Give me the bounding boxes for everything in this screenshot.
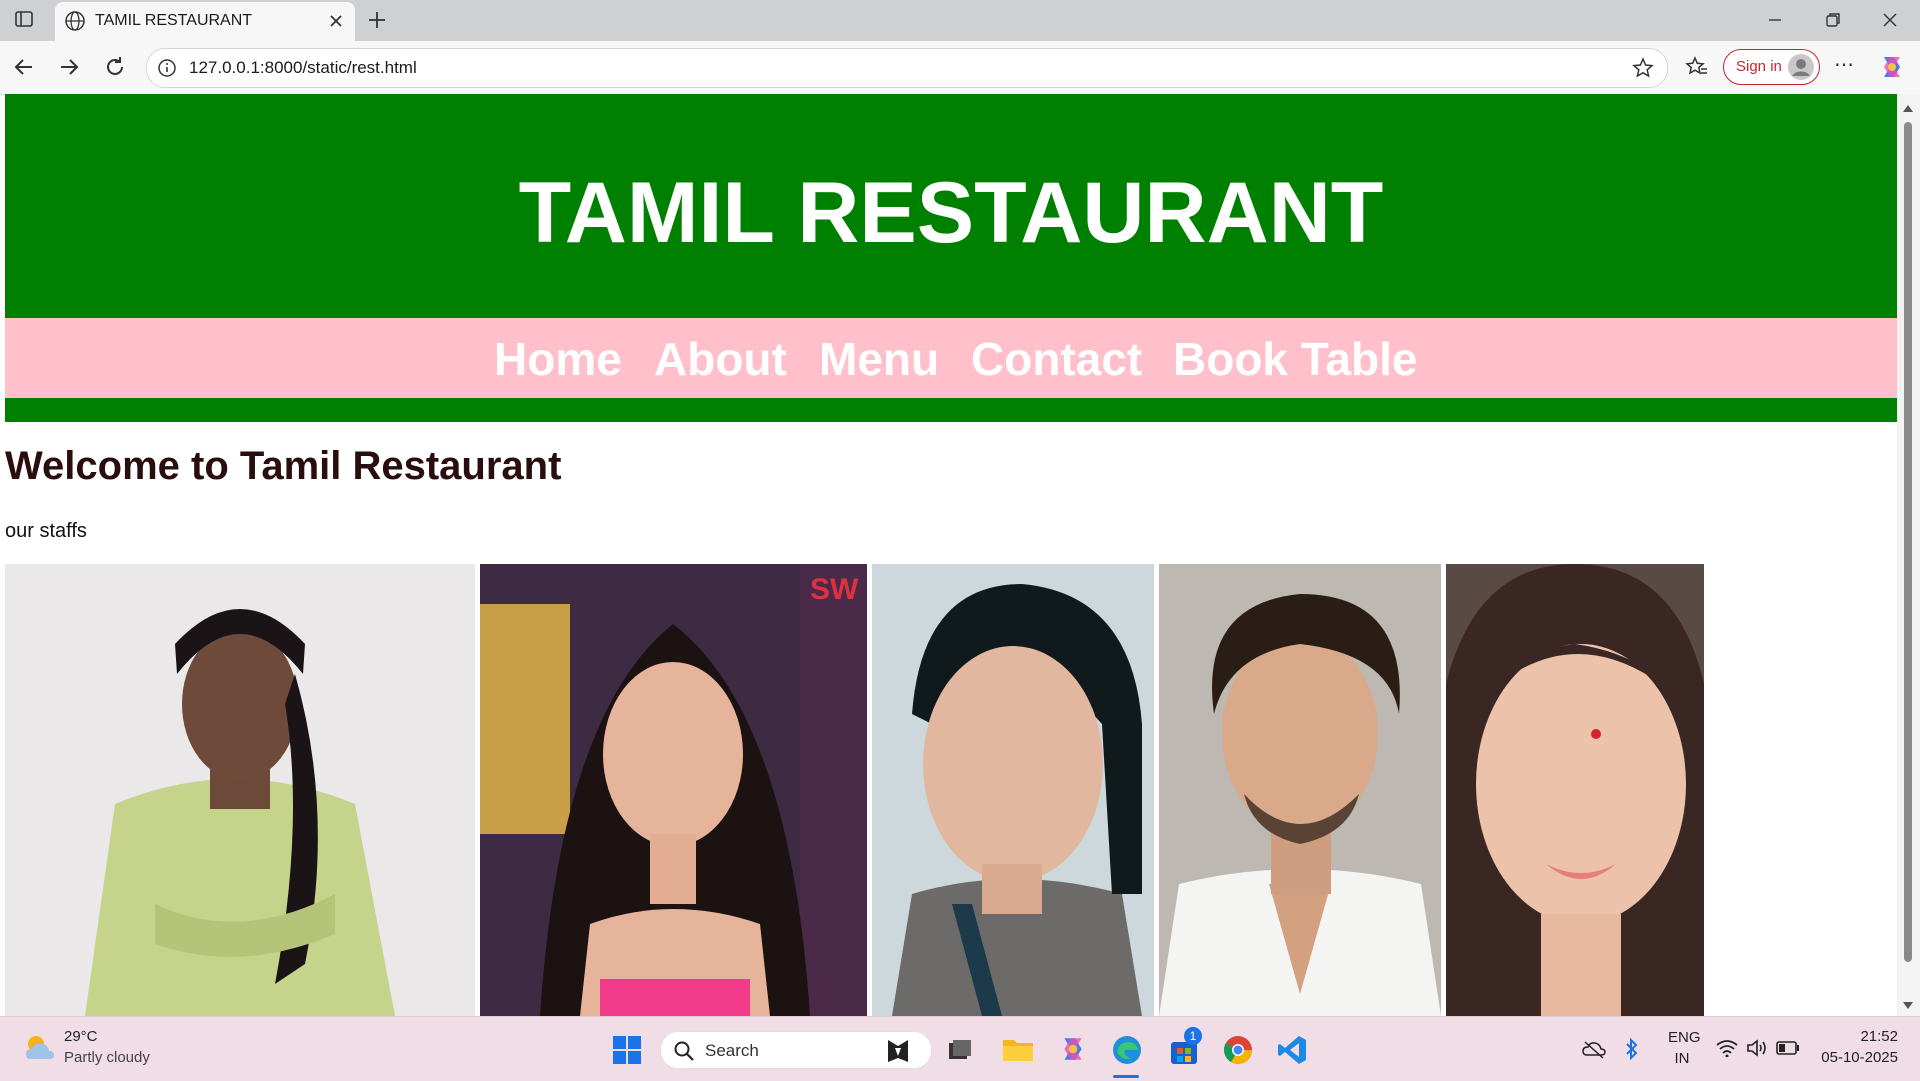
- language-line-1[interactable]: ENG: [1668, 1029, 1701, 1046]
- search-icon: [673, 1040, 695, 1067]
- nav-book-table[interactable]: Book Table: [1173, 332, 1418, 386]
- staff-photo-2: SW: [480, 564, 867, 1016]
- nav-about[interactable]: About: [654, 332, 787, 386]
- bluetooth-icon[interactable]: [1624, 1037, 1640, 1066]
- weather-description: Partly cloudy: [64, 1049, 150, 1066]
- site-title: TAMIL RESTAURANT: [518, 165, 1384, 261]
- store-badge: 1: [1184, 1027, 1202, 1045]
- address-bar[interactable]: 127.0.0.1:8000/static/rest.html: [146, 48, 1668, 88]
- clock-time[interactable]: 21:52: [1838, 1028, 1898, 1045]
- windows-taskbar: 29°C Partly cloudy Search 1 ENG IN 21:52…: [0, 1016, 1920, 1081]
- browser-toolbar: 127.0.0.1:8000/static/rest.html Sign in …: [0, 41, 1920, 95]
- refresh-icon[interactable]: [103, 55, 127, 84]
- file-explorer-icon[interactable]: [1002, 1035, 1034, 1068]
- page-scrollbar[interactable]: [1897, 94, 1920, 1016]
- tab-actions-icon[interactable]: [12, 9, 36, 35]
- search-highlight-icon: [883, 1036, 913, 1071]
- chrome-icon[interactable]: [1222, 1034, 1254, 1071]
- battery-icon[interactable]: [1776, 1041, 1800, 1060]
- close-window-icon[interactable]: [1880, 10, 1900, 35]
- scroll-up-icon[interactable]: [1902, 100, 1914, 118]
- windows-start-icon[interactable]: [612, 1035, 642, 1070]
- page-viewport: TAMIL RESTAURANT Home About Menu Contact…: [5, 94, 1897, 1016]
- url-text[interactable]: 127.0.0.1:8000/static/rest.html: [189, 58, 417, 78]
- browser-tab-bar: TAMIL RESTAURANT: [0, 0, 1920, 41]
- staff-photo-4: [1159, 564, 1441, 1016]
- globe-icon: [64, 10, 86, 37]
- favorites-icon[interactable]: [1685, 55, 1709, 84]
- svg-text:SW: SW: [810, 573, 859, 606]
- language-line-2[interactable]: IN: [1668, 1050, 1696, 1067]
- staff-photo-1: [5, 564, 475, 1016]
- site-header: TAMIL RESTAURANT: [5, 94, 1897, 318]
- weather-temperature: 29°C: [64, 1028, 98, 1045]
- favorite-star-icon[interactable]: [1632, 57, 1654, 84]
- staff-photo-3: [872, 564, 1154, 1016]
- active-tab[interactable]: TAMIL RESTAURANT: [55, 2, 355, 41]
- sign-in-label: Sign in: [1736, 58, 1782, 75]
- staff-photo-5: [1446, 564, 1704, 1016]
- tab-title: TAMIL RESTAURANT: [95, 12, 253, 29]
- profile-avatar-icon: [1788, 54, 1814, 85]
- forward-icon[interactable]: [57, 55, 81, 84]
- vscode-icon[interactable]: [1276, 1034, 1308, 1071]
- more-options-icon[interactable]: ⋯: [1832, 53, 1856, 77]
- nav-home[interactable]: Home: [494, 332, 622, 386]
- welcome-heading: Welcome to Tamil Restaurant: [5, 444, 562, 488]
- back-icon[interactable]: [12, 55, 36, 84]
- search-label: Search: [705, 1041, 759, 1060]
- clock-date[interactable]: 05-10-2025: [1808, 1049, 1898, 1066]
- nav-contact[interactable]: Contact: [971, 332, 1142, 386]
- weather-icon[interactable]: [22, 1031, 56, 1070]
- scroll-thumb[interactable]: [1904, 122, 1912, 962]
- edge-icon[interactable]: [1111, 1034, 1143, 1071]
- site-info-icon[interactable]: [157, 58, 177, 83]
- onedrive-icon[interactable]: [1582, 1039, 1606, 1064]
- task-view-icon[interactable]: [947, 1037, 973, 1068]
- copilot-app-icon[interactable]: [1058, 1034, 1088, 1069]
- taskbar-search[interactable]: Search: [660, 1031, 932, 1069]
- new-tab-icon[interactable]: [366, 9, 388, 36]
- nav-menu[interactable]: Menu: [819, 332, 939, 386]
- sign-in-button[interactable]: Sign in: [1723, 49, 1820, 85]
- copilot-icon[interactable]: [1878, 53, 1906, 86]
- site-nav: Home About Menu Contact Book Table: [5, 318, 1897, 398]
- wifi-icon[interactable]: [1716, 1039, 1738, 1062]
- header-divider-bar: [5, 398, 1897, 422]
- edge-active-indicator: [1113, 1075, 1139, 1078]
- minimize-icon[interactable]: [1765, 10, 1785, 35]
- scroll-down-icon[interactable]: [1902, 998, 1914, 1016]
- volume-icon[interactable]: [1746, 1039, 1768, 1062]
- close-tab-icon[interactable]: [326, 11, 346, 36]
- restore-icon[interactable]: [1823, 10, 1843, 35]
- staff-caption: our staffs: [5, 520, 87, 542]
